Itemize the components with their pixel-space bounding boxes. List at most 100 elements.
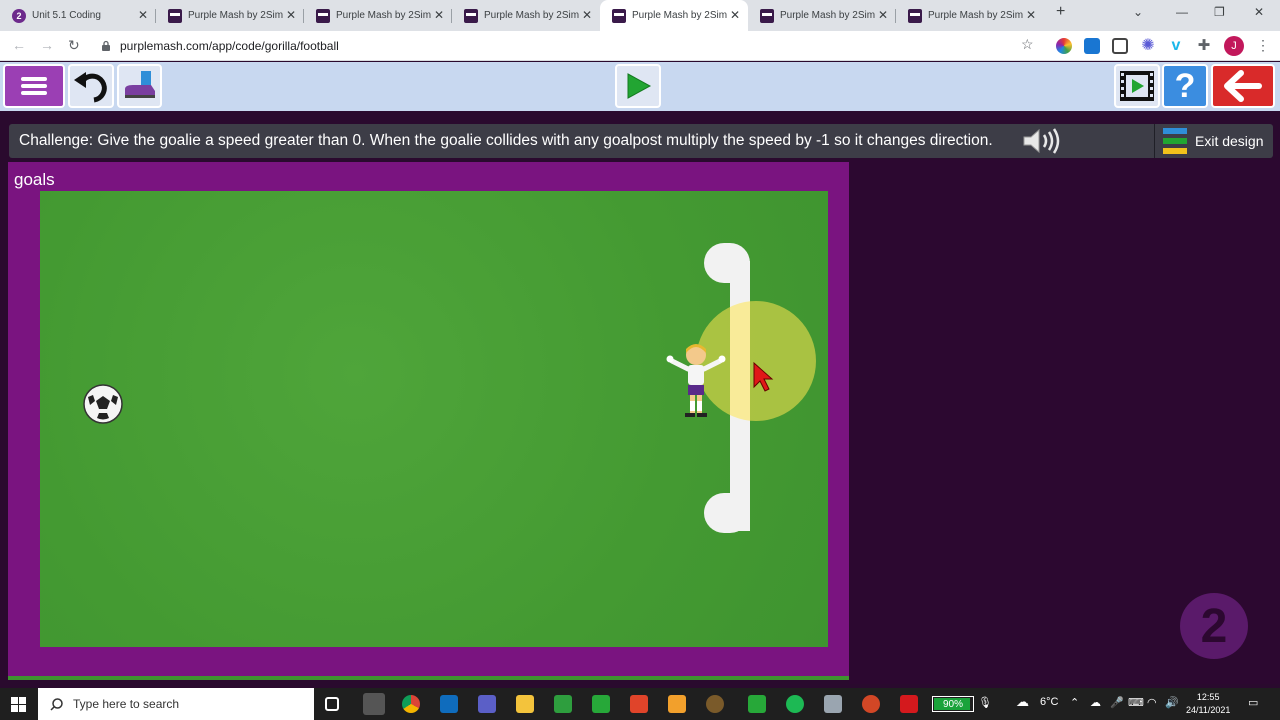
app-toolbar: ?	[0, 62, 1280, 111]
address-bar-row: ← → ↻ purplemash.com/app/code/gorilla/fo…	[0, 31, 1280, 61]
outlook-icon[interactable]	[440, 695, 458, 713]
play-icon	[627, 73, 652, 99]
teams-icon[interactable]	[478, 695, 496, 713]
new-tab-icon[interactable]: +	[1056, 3, 1065, 21]
browser-tab[interactable]: Purple Mash by 2Sim ✕	[748, 0, 896, 31]
microphone-icon[interactable]: 🎙	[978, 696, 992, 709]
extensions-puzzle-icon[interactable]: ✚	[1196, 38, 1212, 54]
design-mode-button[interactable]	[117, 64, 162, 108]
camtasia-green-icon[interactable]	[592, 695, 610, 713]
volume-icon[interactable]: 🔊	[1165, 696, 1179, 709]
tab-title: Unit 5.1 Coding	[32, 10, 101, 21]
browser-tab[interactable]: Purple Mash by 2Sim ✕	[452, 0, 600, 31]
chrome-active-icon[interactable]	[363, 693, 385, 715]
battery-indicator[interactable]: 90%	[932, 696, 974, 712]
onedrive-icon[interactable]: ☁	[1090, 696, 1101, 709]
help-button[interactable]: ?	[1162, 64, 1208, 108]
notifications-icon[interactable]: ▭	[1248, 696, 1258, 709]
close-icon[interactable]: ✕	[878, 8, 888, 22]
app-green-icon[interactable]	[554, 695, 572, 713]
windows-start-icon[interactable]	[11, 697, 26, 712]
close-icon[interactable]: ✕	[1026, 8, 1036, 22]
maximize-icon[interactable]: ❐	[1214, 5, 1225, 19]
wifi-icon[interactable]: ◠	[1147, 696, 1157, 709]
purple-mash-icon	[908, 8, 922, 23]
browser-menu-icon[interactable]: ⋮	[1256, 37, 1270, 54]
task-view-icon[interactable]	[325, 697, 339, 711]
purple-mash-icon	[168, 8, 182, 23]
exit-button[interactable]	[1211, 64, 1275, 108]
browser-tab-active[interactable]: Purple Mash by 2Sim ✕	[600, 0, 748, 31]
help-icon: ?	[1174, 66, 1196, 105]
back-icon[interactable]: ←	[12, 37, 26, 53]
app-brown-icon[interactable]	[706, 695, 724, 713]
browser-tab[interactable]: Purple Mash by 2Sim ✕	[304, 0, 452, 31]
film-button[interactable]	[1114, 64, 1160, 108]
close-icon[interactable]: ✕	[286, 8, 296, 22]
spotify-icon[interactable]	[786, 695, 804, 713]
browser-tab-strip: 2 Unit 5.1 Coding ✕ Purple Mash by 2Sim …	[0, 0, 1280, 31]
play-button[interactable]	[615, 64, 661, 108]
film-icon	[1120, 71, 1154, 101]
close-icon[interactable]: ✕	[582, 8, 592, 22]
taskbar-search[interactable]: Type here to search	[38, 688, 314, 720]
close-icon[interactable]: ✕	[434, 8, 444, 22]
purple-mash-icon	[464, 8, 478, 23]
tray-chevron-icon[interactable]: ⌃	[1070, 696, 1079, 709]
camtasia-icon[interactable]	[748, 695, 766, 713]
tab-title: Purple Mash by 2Sim	[484, 10, 580, 21]
acrobat-icon[interactable]	[900, 695, 918, 713]
temperature-text: 6°C	[1040, 696, 1059, 708]
close-icon[interactable]: ✕	[730, 8, 740, 22]
browser-tab[interactable]: 2 Unit 5.1 Coding ✕	[0, 0, 156, 31]
goalie[interactable]	[664, 341, 728, 423]
undo-button[interactable]	[68, 64, 114, 108]
tray-mic-icon[interactable]: 🎤	[1110, 696, 1124, 709]
menu-button[interactable]	[3, 64, 65, 108]
app-grey-icon[interactable]	[824, 695, 842, 713]
address-bar[interactable]: purplemash.com/app/code/gorilla/football	[98, 34, 1044, 58]
snowflake-extension-icon[interactable]: ✺	[1140, 38, 1156, 54]
cursor-arrow-icon	[753, 361, 774, 392]
system-clock[interactable]: 12:55 24/11/2021	[1186, 691, 1230, 717]
profile-avatar[interactable]: J	[1224, 36, 1244, 56]
exit-design-label: Exit design	[1195, 133, 1264, 149]
menu-icon	[21, 74, 47, 98]
football[interactable]	[82, 383, 124, 425]
clock-time: 12:55	[1196, 692, 1220, 702]
tab-search-icon[interactable]: ⌄	[1133, 5, 1143, 19]
forward-icon[interactable]: →	[40, 37, 54, 53]
close-icon[interactable]: ✕	[138, 8, 148, 22]
weather-cloud-icon[interactable]: ☁	[1016, 694, 1029, 710]
purple-mash-icon	[316, 8, 330, 23]
browser-tab[interactable]: Purple Mash by 2Sim ✕	[896, 0, 1044, 31]
windows-taskbar: Type here to search 90% 🎙 ☁ 6°C ⌃ ☁ 🎤 ⌨ …	[0, 688, 1280, 720]
vimeo-extension-icon[interactable]: v	[1168, 38, 1184, 54]
chrome-icon[interactable]	[402, 695, 420, 713]
bookmark-star-icon[interactable]: ☆	[1021, 36, 1034, 53]
speaker-icon[interactable]	[1021, 127, 1061, 155]
clock-date: 24/11/2021	[1186, 705, 1231, 715]
football-pitch[interactable]	[40, 191, 828, 647]
minimize-icon[interactable]: —	[1176, 5, 1188, 19]
tab-title: Purple Mash by 2Sim	[928, 10, 1024, 21]
tab-title: Purple Mash by 2Sim	[336, 10, 432, 21]
purple-mash-2-icon: 2	[12, 8, 26, 23]
reload-icon[interactable]: ↻	[68, 37, 80, 54]
capture-extension-icon[interactable]	[1112, 38, 1128, 54]
camtasia-red-icon[interactable]	[630, 695, 648, 713]
screen-extension-icon[interactable]	[1084, 38, 1100, 54]
usb-icon[interactable]: ⌨	[1128, 696, 1144, 709]
challenge-bar: Challenge: Give the goalie a speed great…	[9, 124, 1273, 158]
color-extension-icon[interactable]	[1056, 38, 1072, 54]
exit-design-button[interactable]: Exit design	[1154, 124, 1273, 158]
powerpoint-icon[interactable]	[862, 695, 880, 713]
tab-title: Purple Mash by 2Sim	[780, 10, 876, 21]
purple-mash-2-badge: 2	[1180, 593, 1248, 659]
app-orange-icon[interactable]	[668, 695, 686, 713]
search-placeholder: Type here to search	[73, 697, 180, 711]
file-explorer-icon[interactable]	[516, 695, 534, 713]
purple-mash-icon	[760, 8, 774, 23]
browser-tab[interactable]: Purple Mash by 2Sim ✕	[156, 0, 304, 31]
window-close-icon[interactable]: ✕	[1254, 5, 1264, 19]
